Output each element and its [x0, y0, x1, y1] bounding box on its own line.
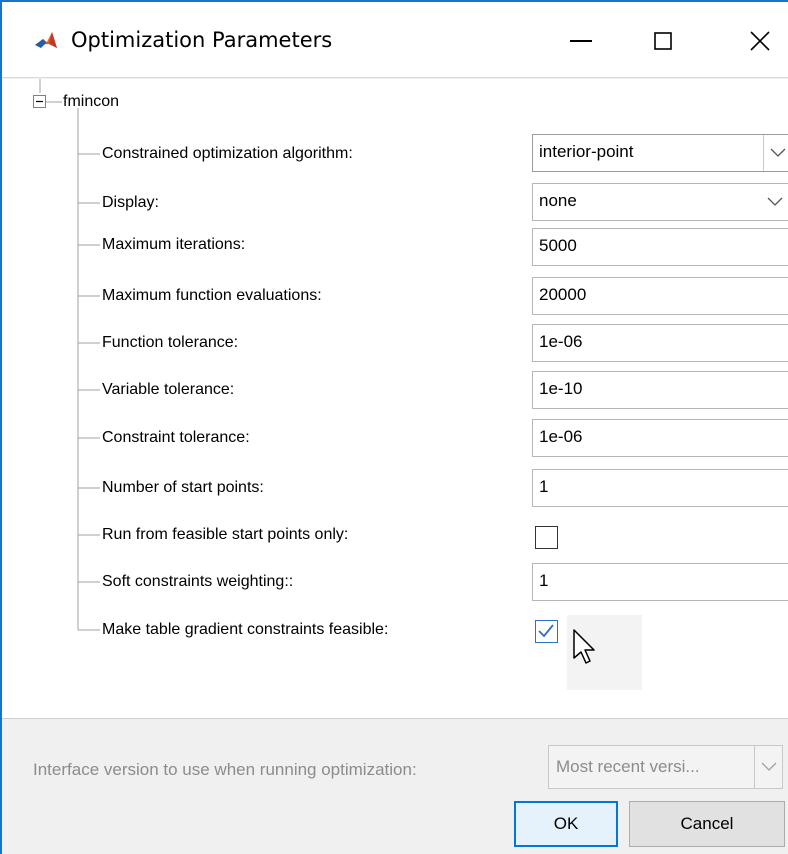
max-function-evaluations-label: Maximum function evaluations:	[102, 287, 322, 304]
window-title: Optimization Parameters	[71, 28, 333, 52]
checkmark-icon	[538, 624, 554, 638]
gradient-constraints-feasible-label: Make table gradient constraints feasible…	[102, 621, 389, 638]
maximize-icon	[654, 32, 672, 50]
minimize-icon	[570, 40, 592, 42]
mouse-cursor-icon	[573, 629, 595, 664]
display-value: none	[539, 191, 577, 210]
variable-tolerance-input[interactable]: 1e-10	[532, 371, 788, 409]
maximize-button[interactable]	[634, 16, 692, 66]
max-iterations-label: Maximum iterations:	[102, 236, 246, 253]
algorithm-label: Constrained optimization algorithm:	[102, 145, 353, 162]
display-label: Display:	[102, 194, 159, 211]
close-button[interactable]	[731, 16, 788, 66]
start-points-label: Number of start points:	[102, 479, 264, 496]
interface-version-value: Most recent versi...	[556, 757, 700, 776]
algorithm-value: interior-point	[539, 142, 634, 161]
interface-version-dropdown: Most recent versi...	[548, 745, 783, 789]
soft-constraints-weighting-label: Soft constraints weighting::	[102, 573, 294, 590]
optimization-parameters-dialog: Optimization Parameters fmincon Constrai…	[0, 0, 788, 854]
function-tolerance-label: Function tolerance:	[102, 334, 239, 351]
feasible-start-points-label: Run from feasible start points only:	[102, 526, 349, 543]
chevron-down-icon	[767, 197, 783, 206]
feasible-start-points-checkbox[interactable]	[535, 526, 558, 549]
function-tolerance-input[interactable]: 1e-06	[532, 324, 788, 362]
parameter-tree: fmincon Constrained optimization algorit…	[2, 79, 788, 718]
cancel-button[interactable]: Cancel	[629, 801, 785, 847]
start-points-input[interactable]: 1	[532, 469, 788, 507]
variable-tolerance-label: Variable tolerance:	[102, 381, 235, 398]
collapse-icon[interactable]	[33, 95, 46, 108]
minimize-button[interactable]	[552, 16, 610, 66]
close-icon	[750, 31, 770, 51]
tree-root-fmincon[interactable]: fmincon	[63, 93, 119, 111]
max-function-evaluations-input[interactable]: 20000	[532, 277, 788, 315]
matlab-icon	[34, 30, 58, 52]
interface-version-label: Interface version to use when running op…	[33, 760, 417, 779]
interface-version-dropdown-button	[754, 746, 782, 788]
footer-divider	[2, 718, 788, 719]
ok-button[interactable]: OK	[514, 801, 618, 847]
chevron-down-icon	[770, 148, 786, 157]
chevron-down-icon	[761, 762, 777, 771]
constraint-tolerance-label: Constraint tolerance:	[102, 429, 250, 446]
constraint-tolerance-input[interactable]: 1e-06	[532, 419, 788, 457]
title-bar[interactable]: Optimization Parameters	[2, 2, 788, 78]
gradient-constraints-feasible-checkbox[interactable]	[535, 620, 558, 643]
display-dropdown[interactable]: none	[532, 183, 788, 221]
soft-constraints-weighting-input[interactable]: 1	[532, 563, 788, 601]
max-iterations-input[interactable]: 5000	[532, 228, 788, 266]
algorithm-dropdown-button[interactable]	[763, 135, 788, 171]
algorithm-dropdown[interactable]: interior-point	[532, 134, 788, 172]
